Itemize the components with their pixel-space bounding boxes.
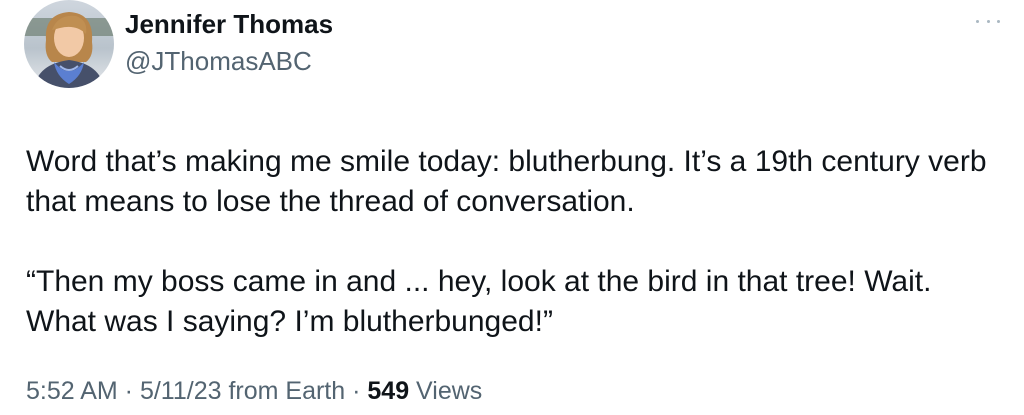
- tweet-meta: 5:52 AM · 5/11/23 from Earth · 549 Views: [26, 375, 482, 407]
- avatar[interactable]: [24, 0, 114, 88]
- tweet-line: What was I saying? I’m blutherbunged!”: [26, 305, 553, 338]
- author-display-name[interactable]: Jennifer Thomas: [125, 8, 333, 40]
- more-dot: [997, 19, 1000, 23]
- tweet-source: from Earth: [221, 377, 346, 405]
- views-count[interactable]: 549: [367, 377, 409, 405]
- views-label: Views: [409, 377, 483, 405]
- tweet-line: that means to lose the thread of convers…: [26, 185, 635, 218]
- tweet-line: Word that’s making me smile today: bluth…: [26, 145, 987, 178]
- tweet-time[interactable]: 5:52 AM: [26, 377, 118, 405]
- tweet-line: “Then my boss came in and ... hey, look …: [26, 265, 932, 298]
- author-handle[interactable]: @JThomasABC: [125, 45, 312, 77]
- tweet-date[interactable]: 5/11/23: [140, 377, 222, 405]
- meta-separator: ·: [117, 377, 140, 405]
- ellipsis-icon[interactable]: [976, 14, 1000, 28]
- meta-separator: ·: [345, 377, 368, 405]
- tweet-text: Word that’s making me smile today: bluth…: [26, 142, 1006, 342]
- more-dot: [986, 19, 990, 23]
- more-dot: [976, 19, 979, 23]
